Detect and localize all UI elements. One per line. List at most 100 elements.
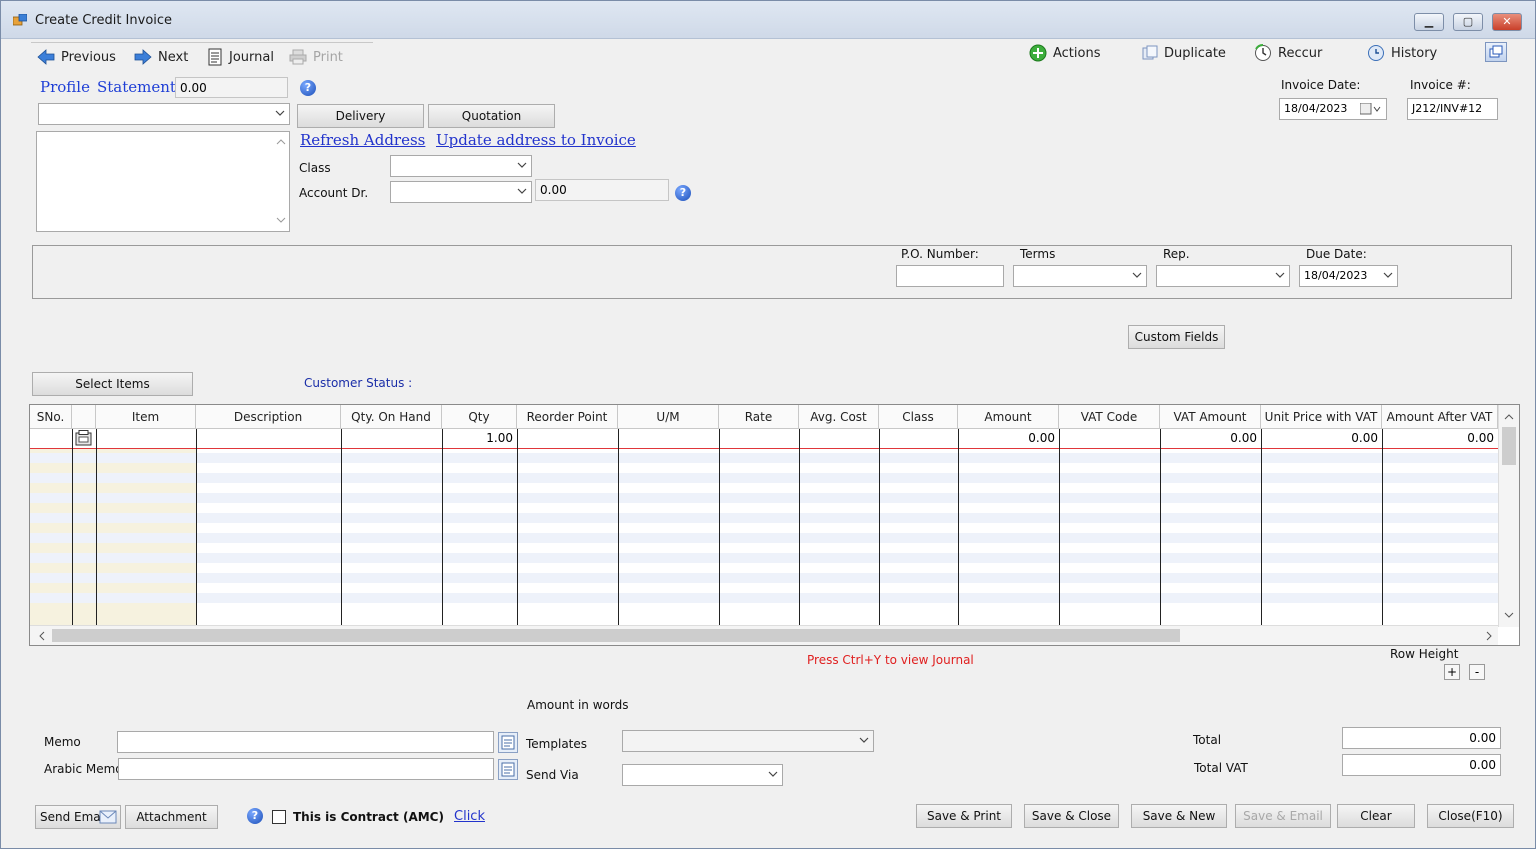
profile-link[interactable]: Profile (40, 78, 90, 96)
total-field: 0.00 (1342, 727, 1501, 749)
col-qty[interactable]: Qty (442, 405, 517, 429)
delivery-button[interactable]: Delivery (297, 104, 424, 128)
vertical-scroll-thumb[interactable] (1502, 427, 1516, 465)
customer-select[interactable] (38, 103, 290, 125)
chevron-left-icon (39, 631, 45, 641)
update-address-link[interactable]: Update address to Invoice (436, 131, 636, 149)
save-close-button[interactable]: Save & Close (1024, 804, 1119, 828)
invoice-date-picker[interactable]: 18/04/2023 (1279, 98, 1387, 120)
col-amount[interactable]: Amount (958, 405, 1059, 429)
arabic-memo-lookup-button[interactable] (498, 759, 518, 780)
table-row[interactable]: 1.00 0.00 0.00 0.00 0.00 (30, 429, 1498, 449)
select-items-button[interactable]: Select Items (32, 372, 193, 396)
class-label: Class (299, 161, 331, 175)
grid-vertical-scrollbar[interactable] (1498, 405, 1519, 627)
clock-icon (1255, 44, 1271, 61)
close-button[interactable]: Close(F10) (1427, 804, 1514, 828)
cell-unit-price-vat[interactable]: 0.00 (1261, 429, 1382, 448)
history-button[interactable]: History (1367, 43, 1437, 63)
grid-horizontal-scrollbar[interactable] (30, 625, 1498, 645)
col-class[interactable]: Class (879, 405, 958, 429)
col-amount-after-vat[interactable]: Amount After VAT (1382, 405, 1498, 429)
close-window-button[interactable]: ✕ (1492, 13, 1522, 31)
help-icon[interactable]: ? (300, 80, 316, 96)
cell-amount-after-vat[interactable]: 0.00 (1382, 429, 1498, 448)
cell-vat-amount[interactable]: 0.00 (1160, 429, 1261, 448)
statement-link[interactable]: Statement (97, 78, 176, 96)
contract-checkbox[interactable] (272, 810, 286, 824)
help-icon[interactable]: ? (247, 808, 263, 824)
row-height-decrease-button[interactable]: - (1469, 664, 1485, 680)
col-sno[interactable]: SNo. (30, 405, 72, 429)
chevron-up-icon (276, 139, 286, 145)
billing-address-box[interactable] (36, 131, 290, 232)
toolbar-separator (31, 42, 373, 43)
memo-field[interactable] (117, 731, 494, 753)
next-button[interactable]: Next (134, 47, 188, 67)
col-rate[interactable]: Rate (719, 405, 799, 429)
rep-select[interactable] (1156, 265, 1290, 287)
window-title: Create Credit Invoice (35, 13, 173, 28)
arabic-memo-field[interactable] (118, 758, 494, 780)
custom-fields-button[interactable]: Custom Fields (1128, 325, 1225, 349)
refresh-address-link[interactable]: Refresh Address (300, 131, 425, 149)
customer-status-label: Customer Status : (304, 376, 413, 390)
col-vat-amount[interactable]: VAT Amount (1160, 405, 1261, 429)
quotation-button[interactable]: Quotation (428, 104, 555, 128)
save-print-button[interactable]: Save & Print (916, 804, 1012, 828)
column-divider (442, 429, 443, 627)
col-um[interactable]: U/M (618, 405, 719, 429)
horizontal-scroll-thumb[interactable] (52, 629, 1180, 642)
column-divider (879, 429, 880, 627)
items-grid[interactable]: SNo. Item Description Qty. On Hand Qty R… (29, 404, 1520, 646)
attachment-button[interactable]: Attachment (125, 805, 218, 829)
item-lookup-icon[interactable] (75, 430, 93, 447)
col-description[interactable]: Description (196, 405, 341, 429)
chevron-down-icon (517, 188, 527, 194)
memo-lookup-button[interactable] (498, 732, 518, 753)
actions-label: Actions (1053, 45, 1101, 61)
templates-label: Templates (526, 737, 588, 751)
save-email-button[interactable]: Save & Email (1235, 804, 1331, 828)
account-dr-select[interactable] (390, 181, 532, 203)
journal-button[interactable]: Journal (207, 47, 274, 67)
chevron-up-icon (1504, 414, 1514, 420)
contract-click-link[interactable]: Click (454, 809, 485, 824)
cell-amount[interactable]: 0.00 (958, 429, 1059, 448)
col-unit-price-vat[interactable]: Unit Price with VAT (1261, 405, 1382, 429)
send-via-select[interactable] (622, 764, 783, 786)
col-avg-cost[interactable]: Avg. Cost (799, 405, 879, 429)
templates-select[interactable] (622, 730, 874, 752)
window-layout-button[interactable] (1485, 42, 1507, 62)
previous-button[interactable]: Previous (37, 47, 116, 67)
col-item[interactable]: Item (96, 405, 196, 429)
class-select[interactable] (390, 155, 532, 177)
col-vat-code[interactable]: VAT Code (1059, 405, 1160, 429)
col-blank[interactable] (72, 405, 96, 429)
chevron-down-icon (859, 737, 869, 743)
help-icon[interactable]: ? (675, 185, 691, 201)
maximize-button[interactable]: ▢ (1453, 13, 1483, 31)
save-new-button[interactable]: Save & New (1131, 804, 1227, 828)
column-divider (1382, 429, 1383, 627)
send-email-button[interactable]: Send Email (35, 805, 121, 829)
row-height-increase-button[interactable]: + (1444, 664, 1460, 680)
chevron-down-icon (517, 162, 527, 168)
col-qty-on-hand[interactable]: Qty. On Hand (341, 405, 442, 429)
reccur-button[interactable]: Reccur (1254, 43, 1322, 63)
po-number-field[interactable] (896, 265, 1004, 287)
actions-button[interactable]: Actions (1029, 43, 1101, 63)
invoice-date-value: 18/04/2023 (1284, 102, 1348, 115)
col-reorder-point[interactable]: Reorder Point (517, 405, 618, 429)
print-button[interactable]: Print (289, 47, 343, 67)
minimize-button[interactable]: ▁ (1414, 13, 1444, 31)
invoice-number-field[interactable]: J212/INV#12 (1407, 98, 1498, 120)
windows-icon (1489, 45, 1503, 58)
address-scrollbar[interactable] (273, 132, 289, 231)
clear-button[interactable]: Clear (1337, 804, 1415, 828)
duplicate-button[interactable]: Duplicate (1142, 43, 1226, 63)
due-date-picker[interactable]: 18/04/2023 (1299, 265, 1398, 287)
title-bar: Create Credit Invoice ▁ ▢ ✕ (1, 1, 1535, 39)
terms-select[interactable] (1013, 265, 1147, 287)
cell-qty[interactable]: 1.00 (442, 429, 517, 448)
